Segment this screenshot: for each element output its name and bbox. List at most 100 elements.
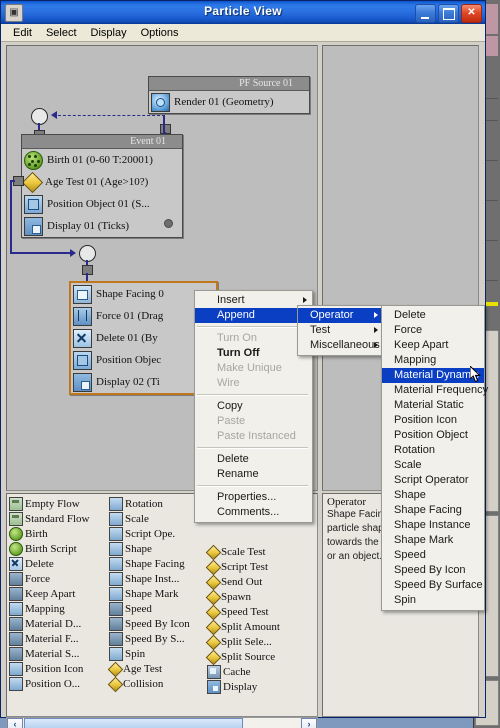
depot-item[interactable]: Position O... [9, 676, 89, 691]
operator-item-delete[interactable]: Delete [382, 308, 484, 323]
operator-item-speed[interactable]: Speed [382, 548, 484, 563]
node-row-age-test-01[interactable]: Age Test 01 (Age>10?) [22, 171, 182, 193]
operator-item-script-operator[interactable]: Script Operator [382, 473, 484, 488]
menu-edit[interactable]: Edit [6, 26, 39, 40]
operator-item-speed-by-icon[interactable]: Speed By Icon [382, 563, 484, 578]
depot-item[interactable]: Speed [109, 601, 190, 616]
node-row-label: Age Test 01 (Age>10?) [45, 176, 149, 188]
depot-item[interactable]: Material F... [9, 631, 89, 646]
node-row-render-01[interactable]: Render 01 (Geometry) [149, 91, 309, 113]
menu-item-insert[interactable]: Insert [195, 293, 312, 308]
menu-item-append[interactable]: Append [195, 308, 312, 323]
depot-item[interactable]: Speed Test [207, 604, 280, 619]
depot-item[interactable]: Birth [9, 526, 89, 541]
operator-item-scale[interactable]: Scale [382, 458, 484, 473]
scroll-right-button[interactable]: › [301, 718, 317, 728]
operator-item-shape[interactable]: Shape [382, 488, 484, 503]
operator-item-speed-by-surface[interactable]: Speed By Surface [382, 578, 484, 593]
close-button[interactable]: ✕ [461, 4, 482, 23]
depot-item[interactable]: Material S... [9, 646, 89, 661]
depot-item[interactable]: Shape Facing [109, 556, 190, 571]
node-row-display-01[interactable]: Display 01 (Ticks) [22, 215, 182, 237]
node-row-birth-01[interactable]: Birth 01 (0-60 T:20001) [22, 149, 182, 171]
depot-item[interactable]: Empty Flow [9, 496, 89, 511]
depot-item[interactable]: Mapping [9, 601, 89, 616]
depot-item[interactable]: Send Out [207, 574, 280, 589]
submenu-item-miscellaneous[interactable]: Miscellaneous [298, 338, 383, 353]
minimize-button[interactable] [415, 4, 436, 23]
title-bar: ▣ Particle View ✕ [1, 1, 485, 24]
depot-item[interactable]: Standard Flow [9, 511, 89, 526]
menu-options[interactable]: Options [134, 26, 186, 40]
depot-item[interactable]: Position Icon [9, 661, 89, 676]
depot-item[interactable]: Script Ope. [109, 526, 190, 541]
depot-item[interactable]: Delete [9, 556, 89, 571]
operator-item-position-object[interactable]: Position Object [382, 428, 484, 443]
menu-select[interactable]: Select [39, 26, 84, 40]
depot-item[interactable]: Spawn [207, 589, 280, 604]
node-pf-source-01[interactable]: PF Source 01 Render 01 (Geometry) [148, 76, 310, 114]
operator-item-shape-mark[interactable]: Shape Mark [382, 533, 484, 548]
depot-item[interactable]: Keep Apart [9, 586, 89, 601]
append-submenu[interactable]: Operator Test Miscellaneous [297, 305, 384, 356]
operator-item-shape-instance[interactable]: Shape Instance [382, 518, 484, 533]
depot-item[interactable]: Split Sele... [207, 634, 280, 649]
operator-item-material-dynamic[interactable]: Material Dynamic [382, 368, 484, 383]
depot-item[interactable]: Speed By Icon [109, 616, 190, 631]
menu-item-comments[interactable]: Comments... [195, 505, 312, 520]
depot-item[interactable]: Script Test [207, 559, 280, 574]
depot-item[interactable]: Scale [109, 511, 190, 526]
depot-item[interactable]: Scale Test [207, 544, 280, 559]
depot-item[interactable]: Split Source [207, 649, 280, 664]
submenu-item-operator[interactable]: Operator [298, 308, 383, 323]
operator-item-force[interactable]: Force [382, 323, 484, 338]
context-menu[interactable]: Insert Append Turn On Turn Off Make Unique Wi… [194, 290, 313, 523]
depot-item[interactable]: Speed By S... [109, 631, 190, 646]
operator-item-spin[interactable]: Spin [382, 593, 484, 608]
maximize-button[interactable] [438, 4, 459, 23]
depot-item-label: Speed By S... [125, 632, 185, 645]
position-icon [9, 661, 23, 676]
scroll-thumb[interactable] [24, 718, 243, 728]
operator-item-mapping[interactable]: Mapping [382, 353, 484, 368]
display-toggle-dot[interactable] [164, 219, 173, 228]
operator-item-rotation[interactable]: Rotation [382, 443, 484, 458]
menu-item-rename[interactable]: Rename [195, 467, 312, 482]
depot-item[interactable]: Shape Mark [109, 586, 190, 601]
menu-item-delete[interactable]: Delete [195, 452, 312, 467]
operator-item-position-icon[interactable]: Position Icon [382, 413, 484, 428]
depot-item-label: Age Test [123, 662, 163, 675]
menu-item-turn-off[interactable]: Turn Off [195, 346, 312, 361]
depot-item[interactable]: Split Amount [207, 619, 280, 634]
depot-item[interactable]: Shape [109, 541, 190, 556]
depot-item[interactable]: Force [9, 571, 89, 586]
depot-item[interactable]: Collision [109, 676, 190, 691]
depot-item[interactable]: Shape Inst... [109, 571, 190, 586]
operator-item-keep-apart[interactable]: Keep Apart [382, 338, 484, 353]
depot-item[interactable]: Birth Script [9, 541, 89, 556]
menu-item-copy[interactable]: Copy [195, 399, 312, 414]
menu-item-properties[interactable]: Properties... [195, 490, 312, 505]
depot-item[interactable]: Spin [109, 646, 190, 661]
menu-item-label: Wire [217, 377, 240, 389]
menu-item-label: Paste Instanced [217, 430, 296, 442]
horizontal-scrollbar[interactable]: ‹ › [6, 717, 318, 728]
shape-icon [109, 586, 123, 601]
depot-item[interactable]: Rotation [109, 496, 190, 511]
operator-item-shape-facing[interactable]: Shape Facing [382, 503, 484, 518]
operator-item-material-static[interactable]: Material Static [382, 398, 484, 413]
submenu-item-test[interactable]: Test [298, 323, 383, 338]
depot-item[interactable]: Age Test [109, 661, 190, 676]
depot-item[interactable]: Display [207, 679, 280, 694]
operator-submenu[interactable]: Delete Force Keep Apart Mapping Material Dyn… [381, 305, 488, 611]
depot-panel[interactable]: Empty Flow Standard Flow Birth Birth Script… [6, 493, 318, 717]
node-row-position-object-01[interactable]: Position Object 01 (S... [22, 193, 182, 215]
operator-item-material-frequency[interactable]: Material Frequency [382, 383, 488, 398]
depot-item[interactable]: Cache [207, 664, 280, 679]
node-event-01[interactable]: Event 01 Birth 01 (0-60 T:20001) Age Tes… [21, 134, 183, 238]
depot-item[interactable]: Material D... [9, 616, 89, 631]
spin-icon [109, 646, 123, 661]
menu-display[interactable]: Display [84, 26, 134, 40]
scroll-left-button[interactable]: ‹ [7, 718, 23, 728]
wire-seg [10, 180, 12, 254]
